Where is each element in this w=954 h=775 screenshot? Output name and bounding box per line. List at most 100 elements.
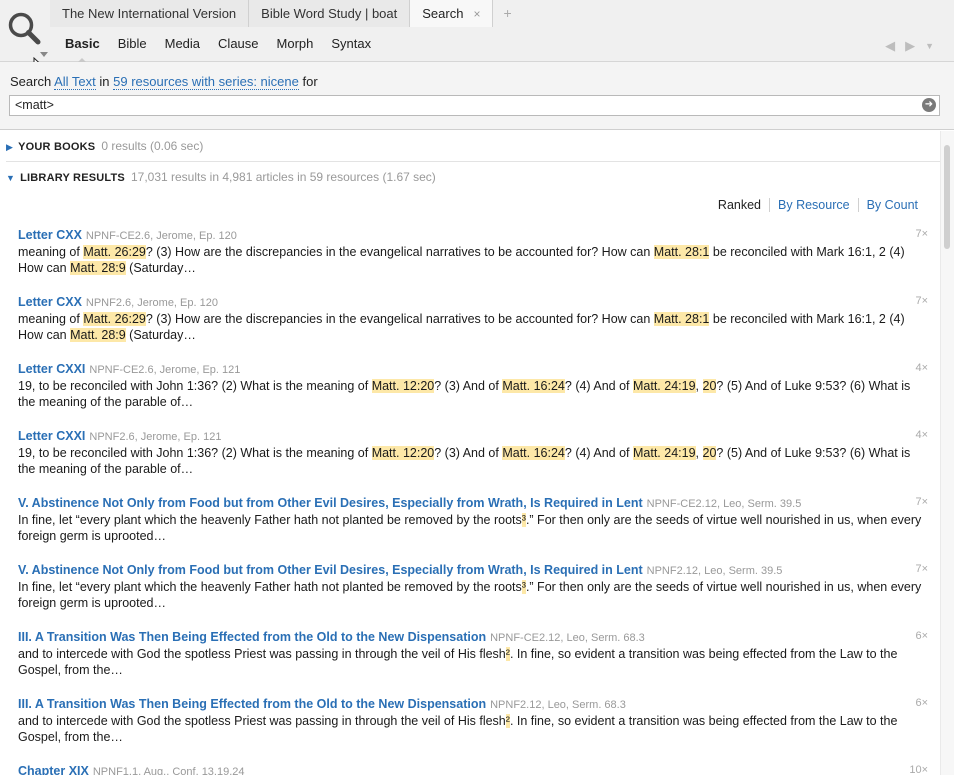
highlighted-match[interactable]: Matt. 16:24 xyxy=(502,446,565,460)
snippet-text: , xyxy=(695,379,703,393)
result-title-link[interactable]: Letter CXX xyxy=(18,295,82,309)
highlighted-match[interactable]: Matt. 24:19 xyxy=(633,446,696,460)
subnav-basic[interactable]: Basic xyxy=(56,36,109,63)
divider xyxy=(6,161,940,162)
subnav-media[interactable]: Media xyxy=(156,36,209,51)
highlighted-match[interactable]: Matt. 12:20 xyxy=(371,379,435,393)
result-count: 10× xyxy=(909,764,928,775)
result-snippet: 19, to be reconciled with John 1:36? (2)… xyxy=(18,446,928,477)
tab-bar: The New International Version Bible Word… xyxy=(50,0,522,27)
scope-selector[interactable]: All Text xyxy=(54,74,96,90)
result-snippet: 19, to be reconciled with John 1:36? (2)… xyxy=(18,379,928,410)
tab-search[interactable]: Search × xyxy=(410,0,494,27)
subnav-morph[interactable]: Morph xyxy=(268,36,323,51)
result-title-line: III. A Transition Was Then Being Effecte… xyxy=(18,629,928,646)
result-source: NPNF2.12, Leo, Serm. 68.3 xyxy=(490,699,626,711)
result-title-line: III. A Transition Was Then Being Effecte… xyxy=(18,696,928,713)
highlighted-match[interactable]: 20 xyxy=(702,446,717,460)
tab-niv[interactable]: The New International Version xyxy=(50,0,250,27)
forward-arrow-icon[interactable]: ▶ xyxy=(905,38,915,54)
subnav-bible[interactable]: Bible xyxy=(109,36,156,51)
result-title-line: Letter CXXI NPNF2.6, Jerome, Ep. 121 xyxy=(18,428,928,445)
result-title-link[interactable]: III. A Transition Was Then Being Effecte… xyxy=(18,697,486,711)
result-snippet: In fine, let “every plant which the heav… xyxy=(18,513,928,544)
highlighted-match[interactable]: Matt. 28:1 xyxy=(653,312,710,326)
subnav-clause[interactable]: Clause xyxy=(209,36,267,51)
close-icon[interactable]: × xyxy=(473,7,480,21)
result-title-link[interactable]: V. Abstinence Not Only from Food but fro… xyxy=(18,563,643,577)
highlighted-match[interactable]: 20 xyxy=(702,379,717,393)
search-bar: Search All Text in 59 resources with ser… xyxy=(0,62,954,130)
menu-chevron-icon[interactable]: ▼ xyxy=(925,41,934,51)
sort-options: Ranked By Resource By Count xyxy=(710,198,926,212)
result-count: 7× xyxy=(915,295,928,307)
result-title-link[interactable]: Letter CXXI xyxy=(18,429,85,443)
highlighted-match[interactable]: Matt. 28:1 xyxy=(653,245,710,259)
add-tab-button[interactable]: + xyxy=(493,0,521,27)
snippet-text: ? (3) And of xyxy=(434,446,503,460)
scrollbar-thumb[interactable] xyxy=(944,145,950,249)
result-title-line: V. Abstinence Not Only from Food but fro… xyxy=(18,495,928,512)
snippet-text: meaning of xyxy=(18,245,84,259)
back-arrow-icon[interactable]: ◀ xyxy=(885,38,895,54)
result-source: NPNF2.6, Jerome, Ep. 120 xyxy=(85,297,218,309)
result-source: NPNF2.6, Jerome, Ep. 121 xyxy=(89,431,222,443)
for-label: for xyxy=(302,74,318,89)
sort-by-count[interactable]: By Count xyxy=(857,198,926,212)
highlighted-match[interactable]: Matt. 28:9 xyxy=(70,327,126,342)
highlighted-match[interactable]: Matt. 24:19 xyxy=(633,379,696,393)
results-pane: ▶ YOUR BOOKS 0 results (0.06 sec) ▼ LIBRARY… xyxy=(0,131,940,775)
result-snippet: and to intercede with God the spotless P… xyxy=(18,714,928,745)
result-snippet: and to intercede with God the spotless P… xyxy=(18,647,928,678)
result-title-line: Letter CXX NPNF2.6, Jerome, Ep. 120 xyxy=(18,294,928,311)
expand-triangle-icon[interactable]: ▶ xyxy=(6,142,13,153)
search-prefix: Search xyxy=(10,74,52,89)
tab-label: The New International Version xyxy=(62,6,237,21)
sort-by-resource[interactable]: By Resource xyxy=(769,198,858,212)
library-results-label: LIBRARY RESULTS xyxy=(20,172,125,184)
snippet-text: and to intercede with God the spotless P… xyxy=(18,714,506,728)
result-item[interactable]: Letter CXX NPNF2.6, Jerome, Ep. 120 7× mean… xyxy=(18,294,928,343)
highlighted-match[interactable]: Matt. 16:24 xyxy=(502,379,565,393)
result-title-link[interactable]: Chapter XIX xyxy=(18,764,89,775)
result-title-link[interactable]: Letter CXX xyxy=(18,228,82,242)
resource-selector[interactable]: 59 resources with series: nicene xyxy=(113,74,299,90)
result-item[interactable]: III. A Transition Was Then Being Effecte… xyxy=(18,629,928,678)
snippet-text: 19, to be reconciled with John 1:36? (2)… xyxy=(18,379,372,393)
search-type-nav: Basic Bible Media Clause Morph Syntax xyxy=(56,36,380,63)
result-count: 7× xyxy=(915,563,928,575)
result-source: NPNF2.12, Leo, Serm. 39.5 xyxy=(646,565,783,577)
result-title-link[interactable]: Letter CXXI xyxy=(18,362,85,376)
result-source: NPNF1.1, Aug., Conf. 13.19.24 xyxy=(92,766,245,775)
go-icon[interactable]: ➜ xyxy=(922,98,936,112)
subnav-syntax[interactable]: Syntax xyxy=(322,36,380,51)
search-panel-icon[interactable] xyxy=(6,10,48,57)
snippet-text: ? (3) How are the discrepancies in the e… xyxy=(145,312,654,326)
collapse-triangle-icon[interactable]: ▼ xyxy=(6,173,15,183)
highlighted-match[interactable]: Matt. 26:29 xyxy=(83,312,146,326)
result-title-link[interactable]: III. A Transition Was Then Being Effecte… xyxy=(18,630,486,644)
search-input[interactable]: <matt> xyxy=(9,95,940,116)
result-item[interactable]: V. Abstinence Not Only from Food but fro… xyxy=(18,562,928,611)
result-item[interactable]: Chapter XIX NPNF1.1, Aug., Conf. 13.19.24… xyxy=(18,763,928,775)
highlighted-match[interactable]: Matt. 28:9 xyxy=(70,260,126,275)
tab-bible-word-study[interactable]: Bible Word Study | boat xyxy=(249,0,411,27)
your-books-header[interactable]: ▶ YOUR BOOKS 0 results (0.06 sec) xyxy=(6,139,203,153)
scrollbar[interactable] xyxy=(940,131,954,775)
library-results-header[interactable]: ▼ LIBRARY RESULTS 17,031 results in 4,981 … xyxy=(6,170,436,184)
highlighted-match[interactable]: Matt. 26:29 xyxy=(83,245,146,259)
result-title-link[interactable]: V. Abstinence Not Only from Food but fro… xyxy=(18,496,643,510)
toolbar: The New International Version Bible Word… xyxy=(0,0,954,63)
result-item[interactable]: Letter CXX NPNF-CE2.6, Jerome, Ep. 120 7× m… xyxy=(18,227,928,276)
result-item[interactable]: III. A Transition Was Then Being Effecte… xyxy=(18,696,928,745)
result-item[interactable]: Letter CXXI NPNF2.6, Jerome, Ep. 121 4× 19,… xyxy=(18,428,928,477)
result-title-line: Letter CXXI NPNF-CE2.6, Jerome, Ep. 121 xyxy=(18,361,928,378)
snippet-text: ? (4) And of xyxy=(564,379,633,393)
sort-ranked[interactable]: Ranked xyxy=(710,198,769,212)
highlighted-match[interactable]: Matt. 12:20 xyxy=(371,446,435,460)
result-item[interactable]: Letter CXXI NPNF-CE2.6, Jerome, Ep. 121 4×… xyxy=(18,361,928,410)
result-source: NPNF-CE2.6, Jerome, Ep. 120 xyxy=(85,230,237,242)
tab-label: Search xyxy=(422,6,464,21)
result-item[interactable]: V. Abstinence Not Only from Food but fro… xyxy=(18,495,928,544)
result-count: 7× xyxy=(915,496,928,508)
